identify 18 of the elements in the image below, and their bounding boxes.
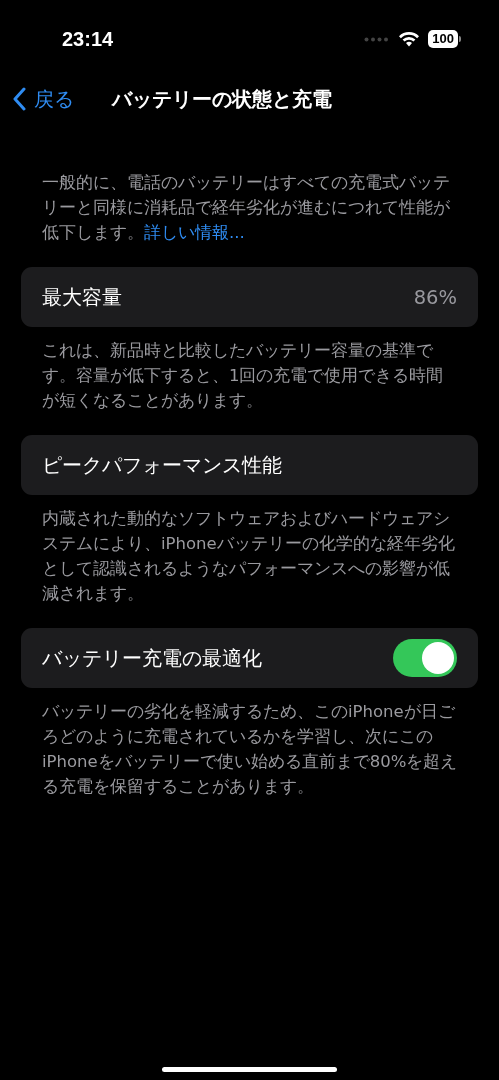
settings-row[interactable]: バッテリー充電の最適化 [21,628,478,688]
wifi-icon [398,31,421,47]
more-info-link[interactable]: 詳しい情報... [144,223,245,242]
toggle-switch[interactable] [393,639,457,677]
footer-text: これは、新品時と比較したバッテリー容量の基準です。容量が低下すると、1回の充電で使用できる時間が短くなることがあります。 [42,340,445,412]
status-time: 23:14 [62,27,114,51]
cellular-signal-icon [364,36,391,42]
row-label: バッテリー充電の最適化 [42,645,262,672]
footer-text: バッテリーの劣化を軽減するため、このiPhoneが日ごろどのように充電されているかを学習し、次にこのiPhoneをバッテリーで使い始める直前まで80%を超える充電を保留することがあります。 [42,701,459,798]
row-label: 最大容量 [42,284,122,311]
row-label: ピークパフォーマンス性能 [42,452,282,479]
page-title: バッテリーの状態と充電 [112,85,332,113]
row-value: 86% [413,285,457,309]
back-button[interactable]: 戻る [12,85,74,113]
back-chevron-icon [12,87,26,111]
intro-text: 一般的に、電話のバッテリーはすべての充電式バッテリーと同様に消耗品で経年劣化が進むにつれて性能が低下します。詳しい情報... [42,172,451,244]
battery-indicator: 100 [428,30,458,48]
footer-text: 内蔵された動的なソフトウェアおよびハードウェアシステムにより、iPhoneバッテリーの化学的な経年劣化として認識されるようなパフォーマンスへの影響が低減されます。 [42,508,456,605]
